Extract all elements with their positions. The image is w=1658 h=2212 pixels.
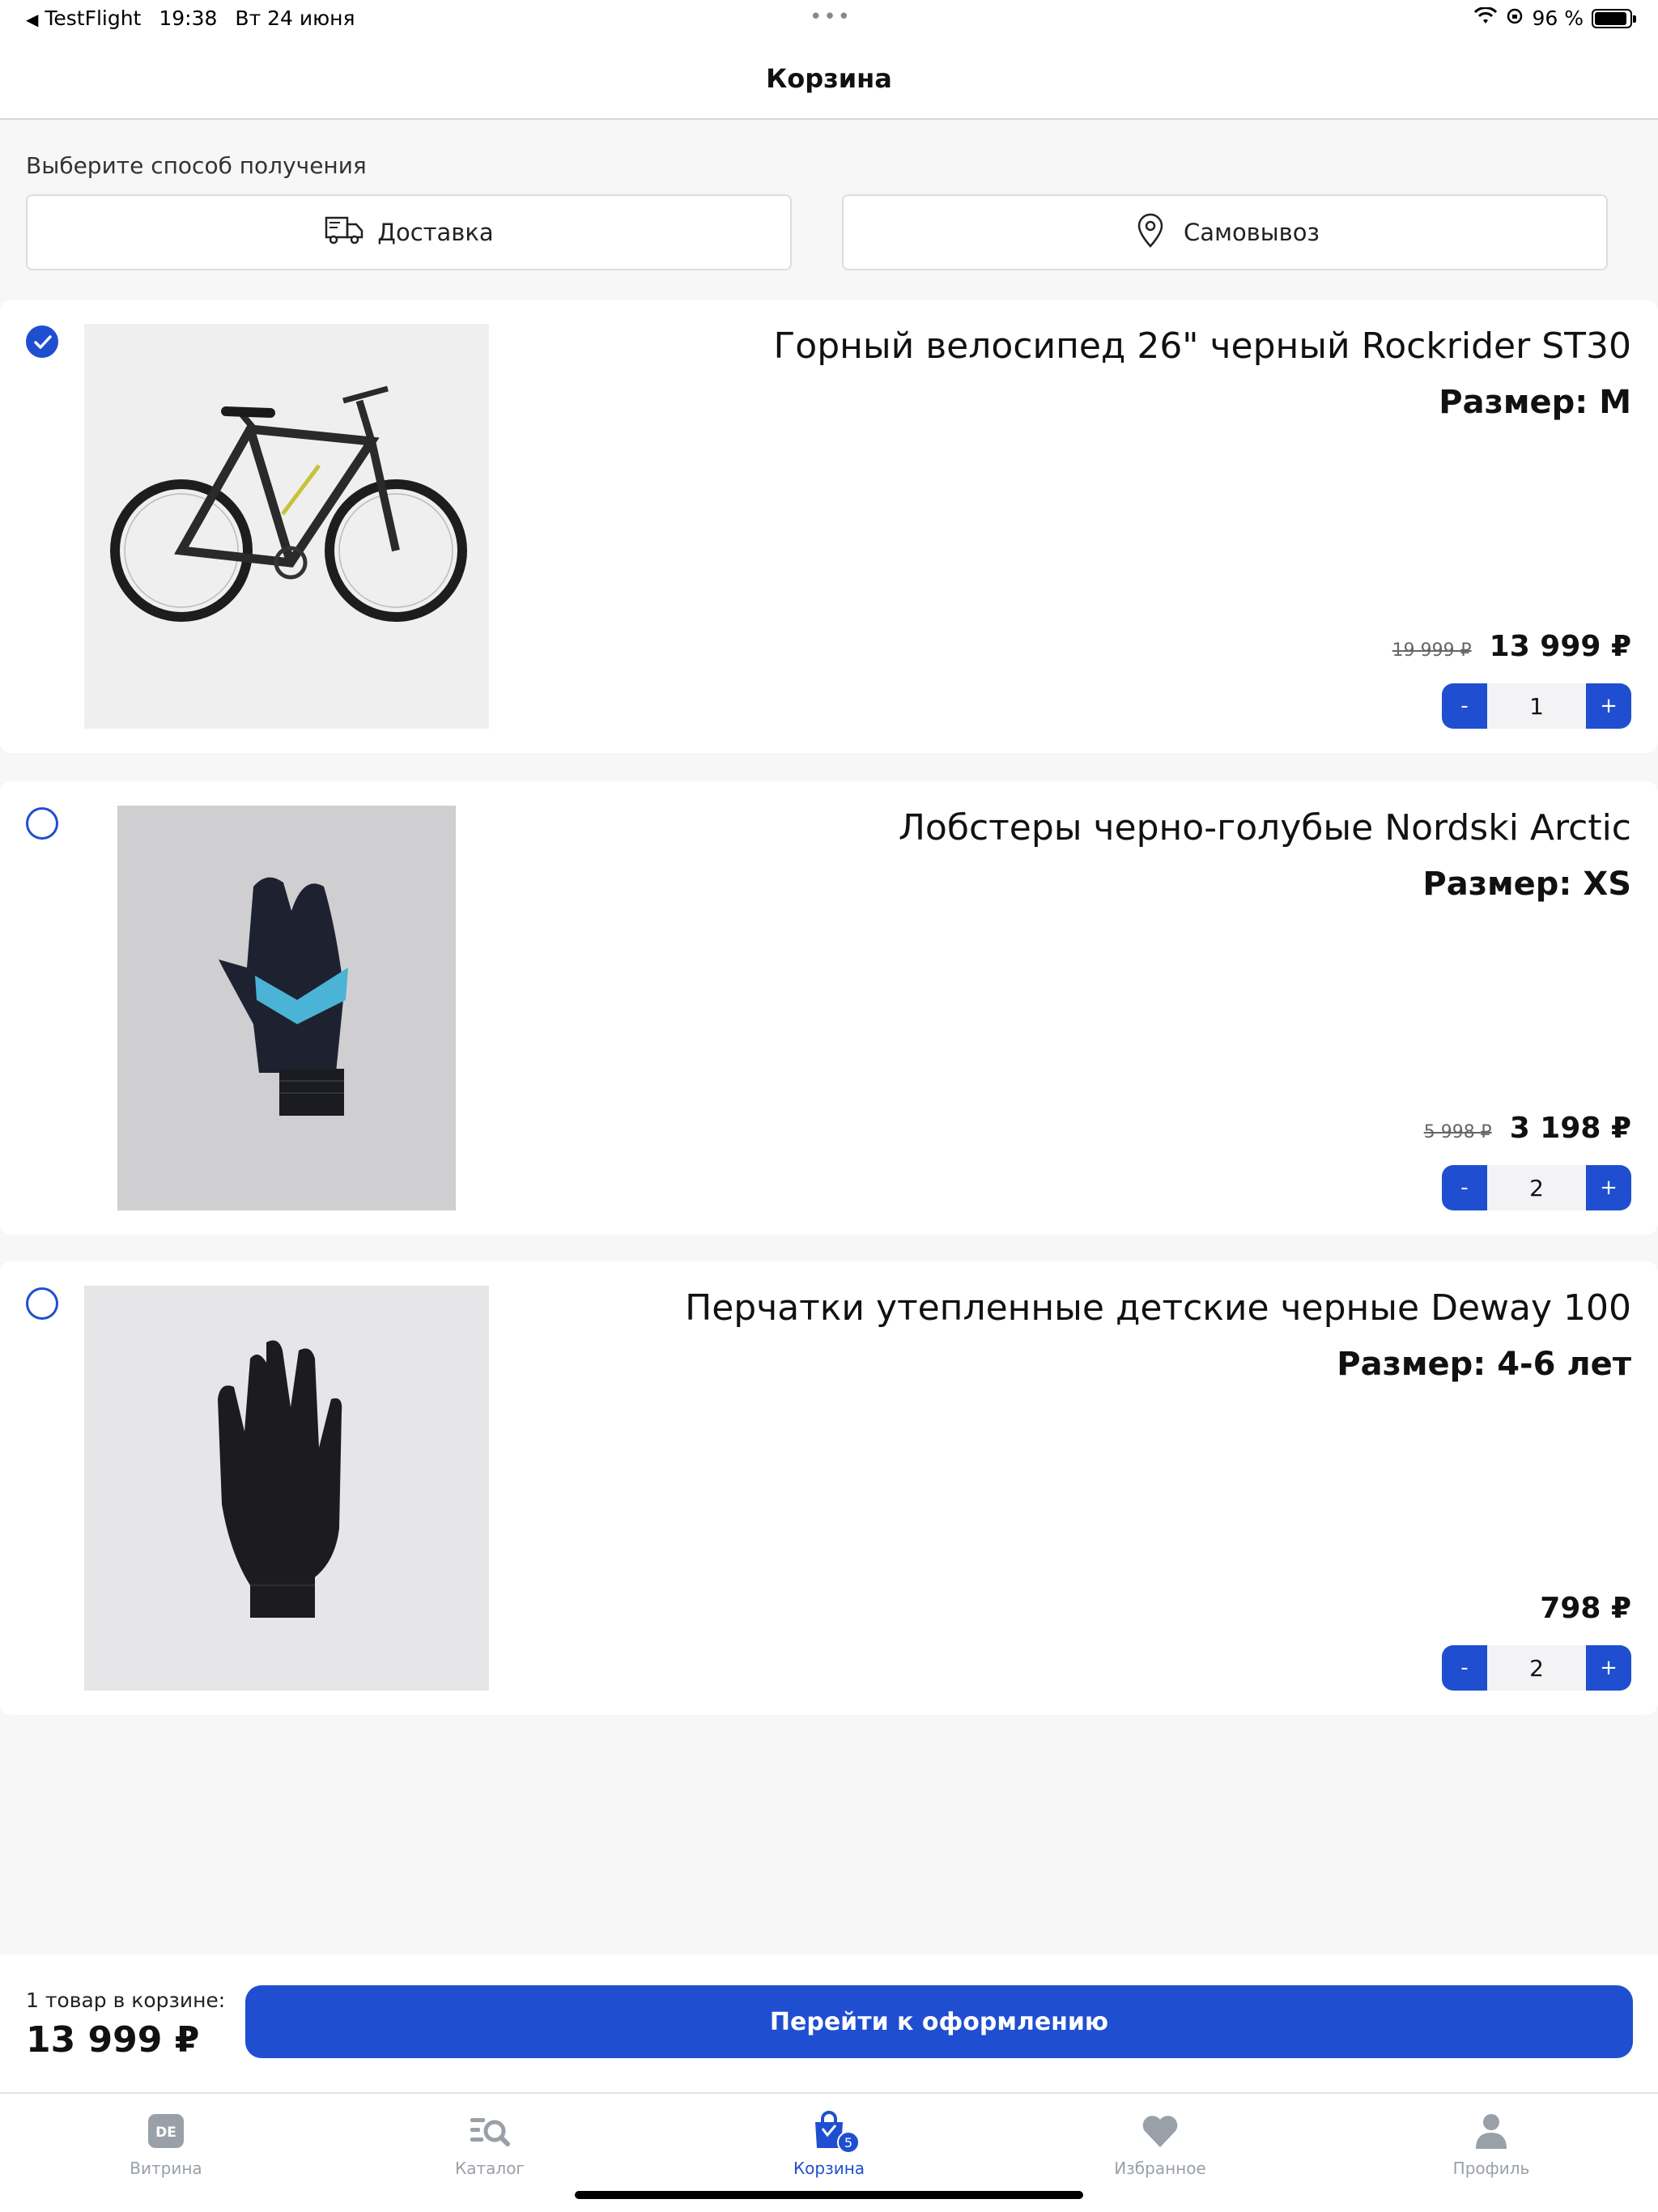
location-pin-icon bbox=[1130, 211, 1171, 254]
tab-label: Избранное bbox=[1114, 2159, 1206, 2178]
cart-count-text: 1 товар в корзине: bbox=[26, 1989, 226, 2012]
item-select-checkbox[interactable] bbox=[26, 807, 58, 840]
battery-percent: 96 % bbox=[1532, 6, 1584, 30]
price-row: 798 ₽ bbox=[1540, 1592, 1631, 1625]
storefront-icon: DE bbox=[61, 2107, 271, 2155]
status-bar: ◀ TestFlight 19:38 Вт 24 июня ••• 96 % bbox=[0, 0, 1658, 39]
quantity-stepper: - 2 + bbox=[1442, 1165, 1631, 1210]
tab-cart[interactable]: 5 Корзина bbox=[724, 2107, 934, 2178]
cart-item-card: Перчатки утепленные детские черные Deway… bbox=[0, 1261, 1658, 1715]
item-size: Размер: M bbox=[1439, 384, 1631, 421]
current-price: 798 ₽ bbox=[1540, 1592, 1631, 1625]
product-image-bicycle[interactable] bbox=[84, 324, 489, 729]
tab-label: Профиль bbox=[1452, 2159, 1530, 2178]
cart-summary: 1 товар в корзине: 13 999 ₽ Перейти к оф… bbox=[0, 1955, 1658, 2092]
pickup-option-button[interactable]: Самовывоз bbox=[842, 194, 1608, 270]
tab-label: Каталог bbox=[455, 2159, 525, 2178]
old-price: 5 998 ₽ bbox=[1423, 1122, 1492, 1142]
decrease-quantity-button[interactable]: - bbox=[1442, 683, 1487, 729]
increase-quantity-button[interactable]: + bbox=[1586, 683, 1631, 729]
item-select-checkbox[interactable] bbox=[26, 325, 58, 358]
status-date: Вт 24 июня bbox=[235, 6, 355, 30]
item-title[interactable]: Лобстеры черно-голубые Nordski Arctic bbox=[899, 807, 1631, 849]
old-price: 19 999 ₽ bbox=[1392, 640, 1472, 661]
delivery-option-label: Доставка bbox=[377, 219, 494, 246]
svg-text:DE: DE bbox=[155, 2125, 176, 2141]
item-size: Размер: 4-6 лет bbox=[1337, 1346, 1631, 1383]
tab-profile[interactable]: Профиль bbox=[1386, 2107, 1596, 2178]
catalog-search-icon bbox=[385, 2107, 595, 2155]
tab-storefront[interactable]: DE Витрина bbox=[61, 2107, 271, 2178]
page-header: Корзина bbox=[0, 39, 1658, 120]
tab-catalog[interactable]: Каталог bbox=[385, 2107, 595, 2178]
checkmark-icon bbox=[34, 335, 52, 349]
tab-label: Корзина bbox=[793, 2159, 865, 2178]
page-title: Корзина bbox=[766, 63, 892, 94]
item-title[interactable]: Перчатки утепленные детские черные Deway… bbox=[685, 1287, 1631, 1329]
current-price: 13 999 ₽ bbox=[1489, 630, 1631, 663]
cart-bag-icon: 5 bbox=[724, 2107, 934, 2155]
pickup-option-label: Самовывоз bbox=[1184, 219, 1320, 246]
cart-badge: 5 bbox=[837, 2131, 860, 2154]
checkout-button[interactable]: Перейти к оформлению bbox=[245, 1985, 1633, 2058]
cart-total: 13 999 ₽ bbox=[26, 2019, 200, 2061]
profile-icon bbox=[1386, 2107, 1596, 2155]
delivery-method-label: Выберите способ получения bbox=[26, 152, 367, 179]
multitasking-dots-icon[interactable]: ••• bbox=[810, 5, 852, 29]
current-price: 3 198 ₽ bbox=[1509, 1112, 1631, 1145]
product-image-lobster-mitten[interactable] bbox=[117, 806, 456, 1210]
cart-item-card: Горный велосипед 26" черный Rockrider ST… bbox=[0, 300, 1658, 753]
status-time: 19:38 bbox=[159, 6, 218, 30]
decrease-quantity-button[interactable]: - bbox=[1442, 1165, 1487, 1210]
quantity-value: 2 bbox=[1487, 1165, 1586, 1210]
price-row: 5 998 ₽ 3 198 ₽ bbox=[1424, 1112, 1631, 1145]
item-size: Размер: XS bbox=[1422, 866, 1631, 903]
item-title[interactable]: Горный велосипед 26" черный Rockrider ST… bbox=[773, 325, 1631, 367]
item-select-checkbox[interactable] bbox=[26, 1287, 58, 1320]
increase-quantity-button[interactable]: + bbox=[1586, 1165, 1631, 1210]
back-app-name: TestFlight bbox=[45, 6, 142, 30]
quantity-value: 2 bbox=[1487, 1645, 1586, 1691]
status-right: 96 % bbox=[1473, 6, 1636, 30]
status-left: ◀ TestFlight 19:38 Вт 24 июня bbox=[26, 6, 355, 30]
back-arrow-icon: ◀ bbox=[26, 10, 39, 29]
heart-icon bbox=[1055, 2107, 1265, 2155]
tab-favorites[interactable]: Избранное bbox=[1055, 2107, 1265, 2178]
delivery-option-button[interactable]: Доставка bbox=[26, 194, 792, 270]
wifi-icon bbox=[1473, 6, 1498, 30]
home-indicator[interactable] bbox=[575, 2191, 1083, 2199]
price-row: 19 999 ₽ 13 999 ₽ bbox=[1392, 630, 1631, 663]
quantity-stepper: - 1 + bbox=[1442, 683, 1631, 729]
quantity-value: 1 bbox=[1487, 683, 1586, 729]
back-to-app-link[interactable]: ◀ TestFlight bbox=[26, 6, 141, 30]
decrease-quantity-button[interactable]: - bbox=[1442, 1645, 1487, 1691]
truck-icon bbox=[324, 211, 364, 254]
increase-quantity-button[interactable]: + bbox=[1586, 1645, 1631, 1691]
cart-item-card: Лобстеры черно-голубые Nordski Arctic Ра… bbox=[0, 781, 1658, 1235]
battery-icon bbox=[1592, 8, 1636, 28]
quantity-stepper: - 2 + bbox=[1442, 1645, 1631, 1691]
orientation-lock-icon bbox=[1506, 6, 1524, 30]
tab-label: Витрина bbox=[130, 2159, 202, 2178]
product-image-kids-gloves[interactable] bbox=[84, 1286, 489, 1691]
